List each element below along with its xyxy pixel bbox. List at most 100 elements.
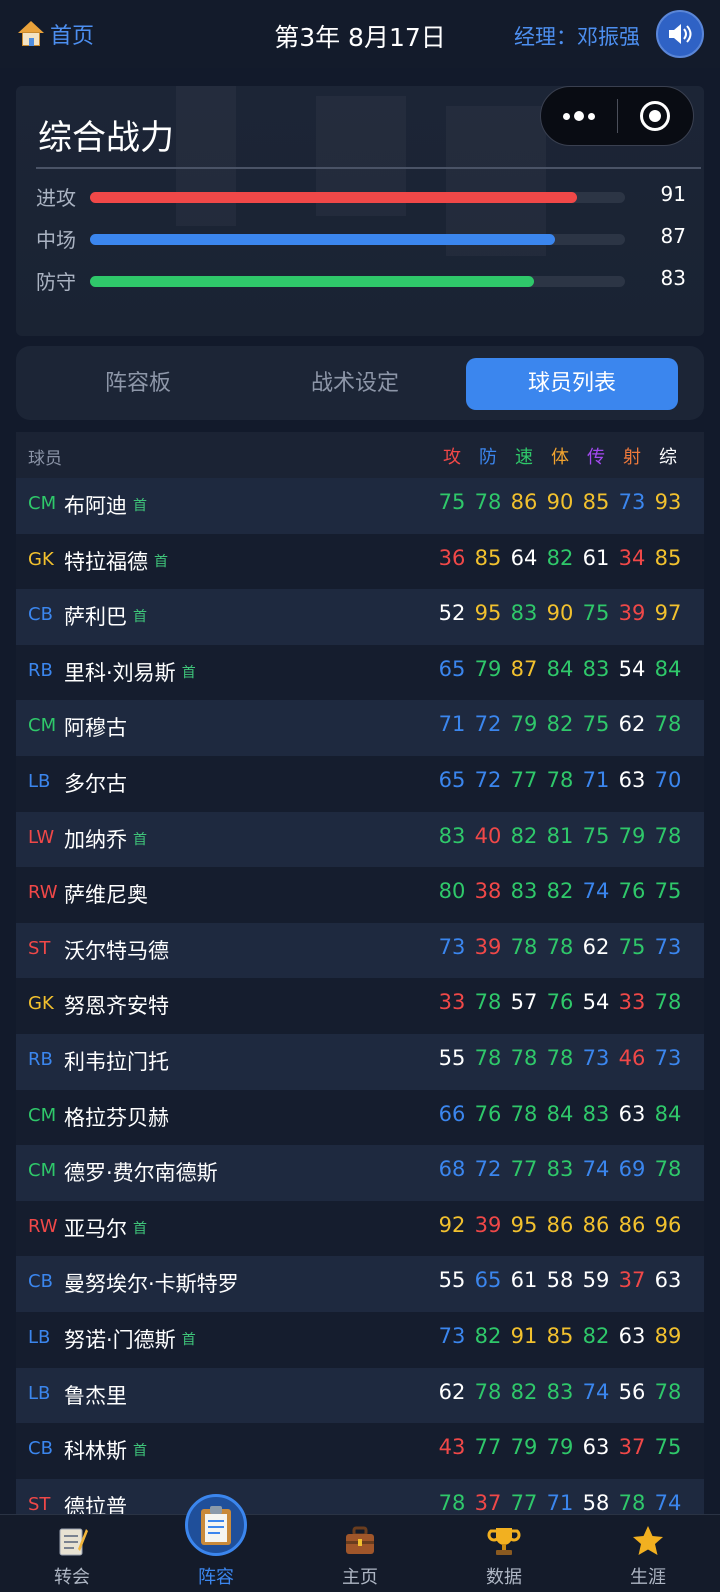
stat-cell: 76	[618, 879, 646, 904]
column-header[interactable]: 速	[506, 443, 542, 469]
column-header[interactable]: 体	[542, 443, 578, 469]
stat-cell: 37	[474, 1490, 502, 1515]
stat-cell: 86	[582, 1212, 610, 1237]
player-name-text: 萨利巴	[64, 605, 127, 630]
table-header: 球员 攻防速体传射综	[16, 432, 704, 478]
stat-cell: 72	[474, 1157, 502, 1182]
stat-cell: 56	[618, 1379, 646, 1404]
player-row[interactable]: RW 亚马尔首 92 39 95 86 86 86 96	[16, 1200, 704, 1257]
player-position: LB	[28, 1382, 51, 1404]
stat-cell: 83	[546, 1379, 574, 1404]
stat-cell: 82	[546, 879, 574, 904]
stat-cell: 78	[546, 934, 574, 959]
tab-tactics[interactable]: 战术设定	[249, 358, 461, 410]
nav-data[interactable]: 数据	[432, 1515, 576, 1592]
stat-cell: 75	[654, 1435, 682, 1460]
stat-cell: 73	[618, 490, 646, 514]
stat-cell: 63	[618, 1323, 646, 1348]
player-row[interactable]: LB 多尔古 65 72 77 78 71 63 70	[16, 755, 704, 812]
player-row[interactable]: CB 曼努埃尔·卡斯特罗 55 65 61 58 59 37 63	[16, 1256, 704, 1312]
player-row[interactable]: CM 德罗·费尔南德斯 68 72 77 83 74 69 78	[16, 1145, 704, 1201]
player-name-text: 阿穆古	[64, 716, 127, 741]
stat-cell: 73	[582, 1045, 610, 1070]
stat-cell: 71	[438, 712, 466, 737]
nav-label: 主页	[342, 1567, 378, 1588]
stat-cell: 68	[438, 1157, 466, 1182]
tab-lineup-board[interactable]: 阵容板	[32, 358, 244, 410]
column-header[interactable]: 防	[470, 443, 506, 469]
stat-cell: 79	[510, 1435, 538, 1460]
player-row[interactable]: CB 科林斯首 43 77 79 79 63 37 75	[16, 1423, 704, 1479]
player-row[interactable]: LB 鲁杰里 62 78 82 83 74 56 78	[16, 1367, 704, 1424]
player-row[interactable]: ST 沃尔特马德 73 39 78 78 62 75 73	[16, 922, 704, 979]
nav-transfer[interactable]: 转会	[0, 1515, 144, 1592]
player-row[interactable]: GK 努恩齐安特 33 78 57 76 54 33 78	[16, 978, 704, 1034]
stat-cell: 86	[618, 1212, 646, 1237]
stat-cell: 78	[654, 823, 682, 848]
player-row[interactable]: CM 阿穆古 71 72 79 82 75 62 78	[16, 700, 704, 756]
lineup-fab-button[interactable]	[185, 1494, 247, 1556]
player-row[interactable]: RB 利韦拉门托 55 78 78 78 73 46 73	[16, 1033, 704, 1090]
stat-cell: 79	[546, 1435, 574, 1460]
player-row[interactable]: CB 萨利巴首 52 95 83 90 75 39 97	[16, 589, 704, 645]
power-stat-bar	[90, 192, 577, 203]
player-name-text: 多尔古	[64, 771, 127, 796]
player-position: RB	[28, 1048, 53, 1070]
player-position: ST	[28, 1493, 51, 1515]
player-position: CM	[28, 1160, 57, 1182]
star-icon	[633, 1526, 663, 1555]
player-name-text: 亚马尔	[64, 1216, 127, 1241]
player-position: CB	[28, 1271, 53, 1293]
power-stat-bar	[90, 276, 535, 287]
column-header[interactable]: 综	[650, 443, 686, 469]
power-stat-row: 进攻 91	[36, 182, 686, 212]
player-row[interactable]: RB 里科·刘易斯首 65 79 87 84 83 54 84	[16, 644, 704, 701]
close-button[interactable]	[618, 101, 694, 131]
player-row[interactable]: RW 萨维尼奥 80 38 83 82 74 76 75	[16, 867, 704, 923]
stat-cell: 84	[546, 1101, 574, 1126]
player-name: 科林斯首	[64, 1435, 147, 1465]
home-link[interactable]: 首页	[18, 18, 94, 50]
stat-cell: 91	[510, 1323, 538, 1348]
player-name: 沃尔特马德	[64, 935, 169, 965]
stat-cell: 83	[582, 1101, 610, 1126]
nav-home[interactable]: 主页	[288, 1515, 432, 1592]
stat-cell: 73	[654, 934, 682, 959]
stat-cell: 73	[438, 1323, 466, 1348]
stat-cell: 80	[438, 879, 466, 904]
player-row[interactable]: CM 布阿迪首 75 78 86 90 85 73 93	[16, 478, 704, 534]
stat-cell: 65	[438, 767, 466, 792]
player-position: CM	[28, 493, 57, 514]
column-header[interactable]: 射	[614, 443, 650, 469]
stat-cell: 37	[618, 1435, 646, 1460]
stat-cell: 82	[546, 712, 574, 737]
power-stat-row: 防守 83	[36, 266, 686, 296]
more-button[interactable]	[541, 111, 617, 121]
player-row[interactable]: CM 格拉芬贝赫 66 76 78 84 83 63 84	[16, 1089, 704, 1146]
stat-cell: 78	[438, 1490, 466, 1515]
tab-player-list[interactable]: 球员列表	[466, 358, 678, 410]
player-row[interactable]: GK 特拉福德首 36 85 64 82 61 34 85	[16, 533, 704, 590]
stat-cell: 84	[654, 656, 682, 681]
player-name-text: 格拉芬贝赫	[64, 1105, 169, 1130]
player-name: 里科·刘易斯首	[64, 657, 196, 687]
stat-cell: 78	[510, 934, 538, 959]
stat-cell: 75	[582, 601, 610, 626]
starter-badge: 首	[154, 553, 168, 570]
power-stat-label: 防守	[36, 270, 76, 294]
more-dots-icon	[562, 112, 570, 120]
player-row[interactable]: LW 加纳乔首 83 40 82 81 75 79 78	[16, 811, 704, 868]
nav-career[interactable]: 生涯	[576, 1515, 720, 1592]
player-position: LW	[28, 826, 55, 848]
player-name-text: 德罗·费尔南德斯	[64, 1161, 218, 1186]
stat-cell: 72	[474, 712, 502, 737]
column-header[interactable]: 传	[578, 443, 614, 469]
stat-cell: 63	[618, 767, 646, 792]
sound-toggle-button[interactable]	[656, 10, 704, 58]
column-header[interactable]: 攻	[434, 443, 470, 469]
stat-cell: 77	[510, 1490, 538, 1515]
player-name-text: 努恩齐安特	[64, 994, 169, 1019]
player-row[interactable]: LB 努诺·门德斯首 73 82 91 85 82 63 89	[16, 1311, 704, 1368]
stat-cell: 63	[654, 1268, 682, 1293]
player-position: RW	[28, 882, 58, 904]
